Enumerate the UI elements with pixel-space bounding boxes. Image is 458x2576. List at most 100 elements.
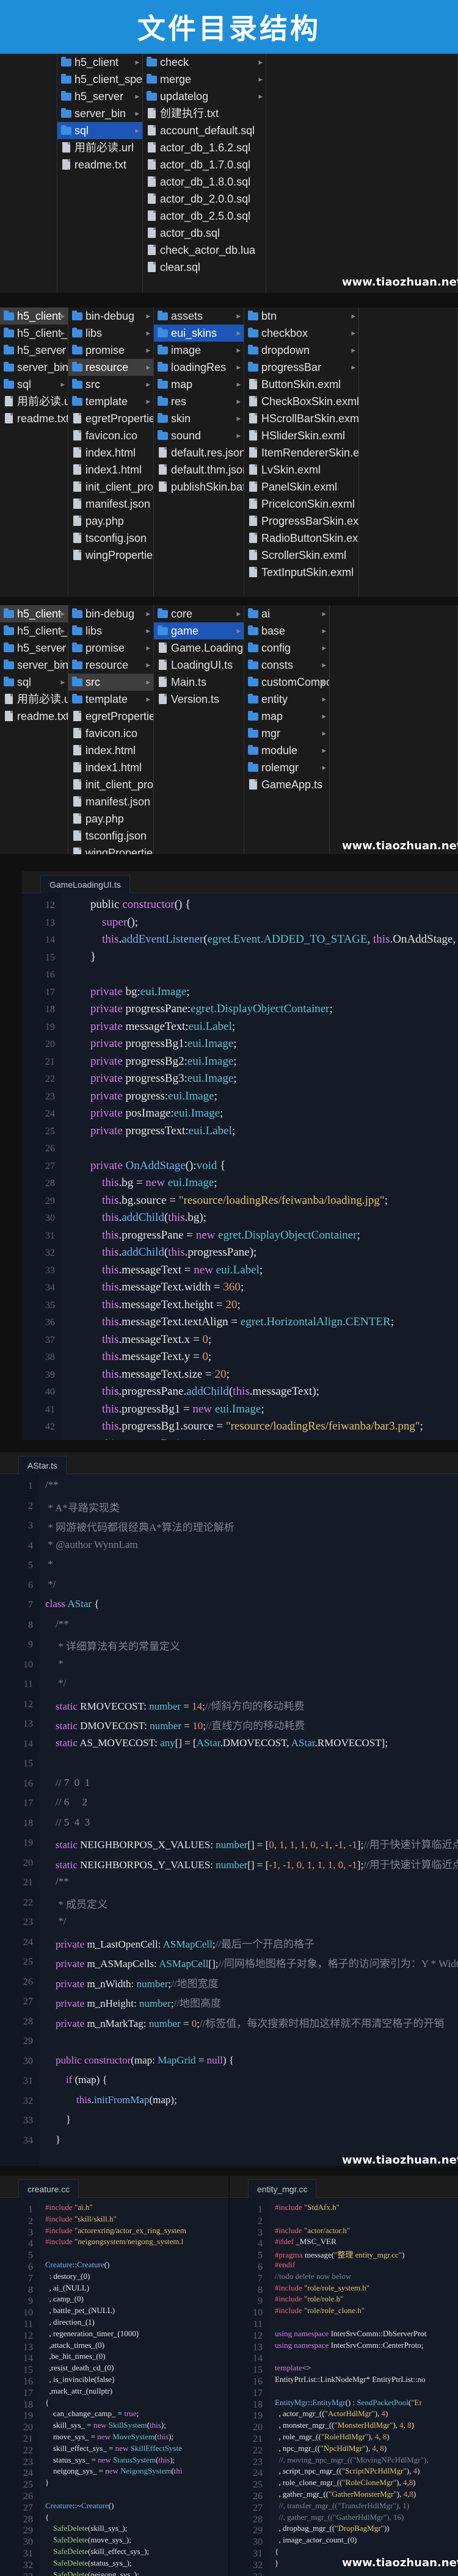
file-item[interactable]: ScrollerSkin.exml (244, 547, 358, 564)
code-line[interactable]: // 7 0 1 (45, 1777, 90, 1789)
code-line[interactable]: #ifdef _MSC_VER (275, 2237, 336, 2247)
editor-tab[interactable]: GameLoadingUI.ts (40, 875, 130, 893)
folder-item[interactable]: config ▸ (244, 639, 329, 657)
folder-item[interactable]: module ▸ (244, 742, 329, 759)
code-line[interactable]: skill_effect_sys_ = new SkillEffectSyste (45, 2444, 182, 2453)
folder-item[interactable]: src ▸ (68, 674, 153, 691)
file-item[interactable]: pay.php (68, 513, 153, 530)
code-line[interactable]: */ (45, 1677, 66, 1689)
code-line[interactable]: , npc_mgr_(("NpcHdlMgr"), 4, 8) (275, 2444, 387, 2453)
folder-item[interactable]: image ▸ (154, 342, 244, 359)
file-item[interactable]: 用前必读.url (57, 139, 142, 156)
folder-item[interactable]: dropdown ▸ (244, 342, 358, 359)
file-item[interactable]: TextInputSkin.exml (244, 564, 358, 581)
code-line[interactable]: { (275, 2547, 278, 2556)
folder-item[interactable]: loadingRes ▸ (154, 359, 244, 376)
code-line[interactable]: this.progressBg1 = new eui.Image; (67, 1403, 264, 1416)
code-line[interactable]: this.messageText.width = 360; (67, 1281, 244, 1294)
code-line[interactable]: //, moving_npc_mgr_(("MovingNPcHdlMgr"), (275, 2455, 429, 2465)
code-line[interactable]: #include "neigongsystem/neigong_system.l (45, 2237, 183, 2247)
code-line[interactable]: can_change_camp_ = true; (45, 2409, 139, 2419)
code-line[interactable]: } (45, 2134, 60, 2146)
code-line[interactable]: , dropbag_mgr_(("DropBagMgr")) (275, 2524, 390, 2533)
code-line[interactable]: public constructor(map: MapGrid = null) … (45, 2054, 234, 2067)
code-line[interactable]: this.progressBg1.x = 0; (67, 1437, 211, 1441)
code-line[interactable]: , regeneration_timer_(1000) (45, 2329, 139, 2339)
code-line[interactable]: Creature::~Creature() (45, 2501, 114, 2511)
code-line[interactable]: this.messageText.y = 0; (67, 1350, 211, 1364)
code-line[interactable]: this.messageText.size = 20; (67, 1368, 230, 1381)
code-line[interactable]: Creature::Creature() (45, 2260, 109, 2270)
folder-item[interactable]: h5_client ▸ (0, 605, 68, 622)
code-line[interactable]: EntityPtrList::LinkNodeMgr* EntityPtrLis… (275, 2375, 426, 2384)
code-line[interactable]: using namespace InterSrvComm::DbServerPr… (275, 2329, 426, 2339)
code-line[interactable]: this.messageText.x = 0; (67, 1333, 211, 1347)
code-line[interactable]: #include "role/role_clone.h" (275, 2306, 365, 2315)
code-line[interactable]: static NEIGHBORPOS_Y_VALUES: number[] = … (45, 1856, 458, 1871)
code-line[interactable]: ,mark_attr_(nullptr) (45, 2386, 113, 2396)
file-item[interactable]: clear.sql (143, 259, 266, 276)
code-line[interactable]: /** (45, 1479, 59, 1491)
file-item[interactable]: account_default.sql (143, 122, 266, 139)
code-line[interactable]: private bg:eui.Image; (67, 985, 190, 999)
code-line[interactable]: /** (45, 1618, 69, 1630)
code-line[interactable]: #pragma message("整理 entity_mgr.cc") (275, 2248, 404, 2260)
file-item[interactable]: Game.LoadingUI.ts (154, 639, 244, 657)
file-item[interactable]: 用前必读.url (0, 691, 68, 708)
folder-item[interactable]: promise ▸ (68, 639, 153, 657)
editor-tab[interactable]: AStar.ts (18, 1456, 67, 1474)
code-line[interactable]: //todo delete now below (275, 2272, 351, 2281)
code-line[interactable]: this.progressPane = new egret.DisplayObj… (67, 1229, 360, 1242)
code-line[interactable]: #include "role/role_system.h" (275, 2283, 369, 2293)
file-item[interactable]: check_actor_db.lua (143, 242, 266, 259)
code-line[interactable]: #include "actor/actor.h" (275, 2226, 350, 2236)
file-item[interactable]: default.res.json (154, 444, 244, 461)
code-line[interactable]: this.progressBg1.source = "resource/load… (67, 1420, 423, 1433)
folder-item[interactable]: h5_client ▸ (57, 54, 142, 71)
file-item[interactable]: readme.txt (0, 708, 68, 725)
code-line[interactable]: super(); (67, 916, 138, 929)
code-line[interactable]: * 网游被代码都很经典A*算法的理论解析 (45, 1519, 234, 1534)
code-line[interactable]: static DMOVECOST: number = 10;//直线方向的移动耗… (45, 1717, 305, 1732)
file-item[interactable]: 创建执行.txt (143, 105, 266, 122)
code-line[interactable]: if (map) { (45, 2074, 107, 2086)
code-line[interactable]: } (67, 951, 96, 964)
folder-item[interactable]: skin ▸ (154, 410, 244, 427)
code-line[interactable]: * (45, 1558, 53, 1570)
folder-item[interactable]: customComponent▸ (244, 674, 329, 691)
file-item[interactable]: readme.txt (0, 410, 68, 427)
file-item[interactable]: actor_db_1.7.0.sql (143, 156, 266, 173)
code-line[interactable]: , role_mgr_(("RoleHdlMgr"), 4, 8) (275, 2432, 390, 2442)
file-item[interactable]: init_client_project.bat (68, 776, 153, 793)
code-line[interactable]: , ai_(NULL) (45, 2283, 90, 2293)
code-line[interactable]: } (275, 2558, 278, 2568)
code-line[interactable]: skill_sys_ = new SkillSystem(this); (45, 2420, 166, 2430)
file-item[interactable]: egretProperties.json (68, 410, 153, 427)
file-item[interactable]: tsconfig.json (68, 530, 153, 547)
code-line[interactable]: } (45, 2114, 71, 2126)
code-line[interactable]: */ (45, 1578, 56, 1591)
file-item[interactable]: default.thm.json (154, 461, 244, 478)
code-line[interactable]: * (45, 1658, 64, 1670)
folder-item[interactable]: h5_client ▸ (0, 308, 68, 325)
code-line[interactable]: private posImage:eui.Image; (67, 1107, 223, 1120)
code-line[interactable]: , monster_mgr_(("MonsterHdlMgr"), 4, 8) (275, 2420, 415, 2430)
folder-item[interactable]: h5_client_speed▸ (0, 622, 68, 639)
file-item[interactable]: RadioButtonSkin.exml (244, 530, 358, 547)
code-line[interactable]: this.messageText.height = 20; (67, 1298, 241, 1312)
code-line[interactable]: this.addEventListener(egret.Event.ADDED_… (67, 933, 458, 946)
file-item[interactable]: index.html (68, 742, 153, 759)
file-item[interactable]: init_client_project.bat (68, 478, 153, 495)
file-item[interactable]: Main.ts (154, 674, 244, 691)
code-line[interactable]: private m_nWidth: number;//地图宽度 (45, 1975, 219, 1990)
folder-item[interactable]: rolemgr ▸ (244, 759, 329, 776)
folder-item[interactable]: resource ▸ (68, 657, 153, 674)
code-line[interactable]: private m_LastOpenCell: ASMapCell;//最后一个… (45, 1935, 314, 1951)
file-item[interactable]: wingProperties.json (68, 547, 153, 564)
code-line[interactable]: #include "StdAfx.h" (275, 2203, 340, 2212)
code-line[interactable]: private progress:eui.Image; (67, 1090, 217, 1103)
code-line[interactable]: private OnAddStage():void { (67, 1159, 225, 1173)
file-item[interactable]: publishSkin.bat (154, 478, 244, 495)
code-line[interactable]: private progressBg1:eui.Image; (67, 1037, 237, 1051)
code-line[interactable]: private m_ASMapCells: ASMapCell[];//同网格地… (45, 1955, 458, 1970)
